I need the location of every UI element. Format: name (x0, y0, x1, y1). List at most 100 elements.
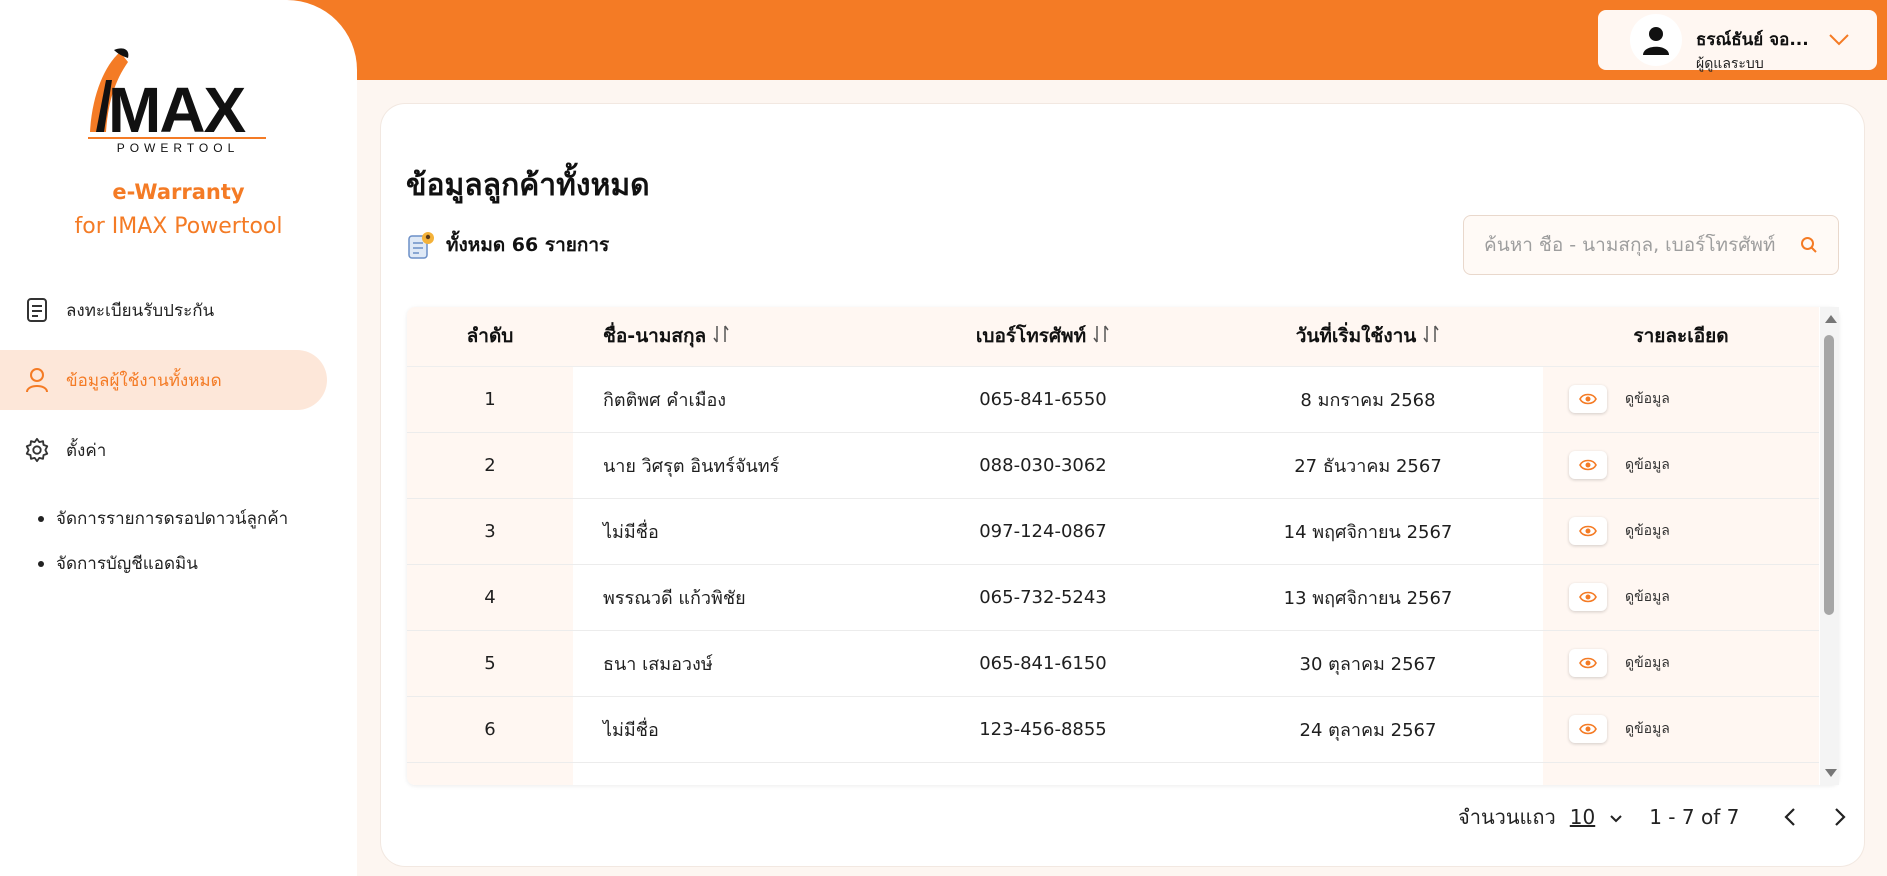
cell-detail: ดูข้อมูล (1543, 630, 1819, 697)
cell-name: นาย วิศรุต อินทร์จันทร์ (573, 432, 893, 499)
eye-icon (1579, 591, 1597, 603)
user-menu[interactable]: ธรณ์ธันย์ จอ... ผู้ดูแลระบบ (1598, 10, 1877, 72)
view-detail-label[interactable]: ดูข้อมูล (1625, 391, 1670, 407)
chevron-down-icon[interactable] (1828, 32, 1850, 51)
view-detail-button[interactable] (1569, 385, 1607, 413)
document-icon (24, 297, 50, 323)
cell-detail: ดูข้อมูล (1543, 366, 1819, 433)
page-title: ข้อมูลลูกค้าทั้งหมด (406, 168, 650, 203)
svg-text:POWERTOOL: POWERTOOL (117, 141, 240, 154)
view-detail-label[interactable]: ดูข้อมูล (1625, 589, 1670, 605)
view-detail-button[interactable] (1569, 715, 1607, 743)
pagination: จำนวนแถว 10 1 - 7 of 7 (1458, 800, 1875, 834)
cell-start-date: 8 มกราคม 2568 (1193, 366, 1543, 433)
cell-phone: 088-030-3062 (893, 432, 1193, 499)
user-role: ผู้ดูแลระบบ (1696, 56, 1764, 72)
cell-name: พรรณวดี แก้วพิชัย (573, 564, 893, 631)
view-detail-label[interactable]: ดูข้อมูล (1625, 655, 1670, 671)
cell-name: กิตติพศ คำเมือง (573, 366, 893, 433)
cell-start-date: 24 ตุลาคม 2567 (1193, 696, 1543, 763)
column-header-phone[interactable]: เบอร์โทรศัพท์ (893, 307, 1193, 367)
table-header-row: ลำดับ ชื่อ-นามสกุล เบอร์โทรศัพท์ วันที่เ… (407, 307, 1819, 367)
brand-subtitle: for IMAX Powertool (74, 214, 283, 239)
sidebar: MAX POWERTOOL e-Warranty for IMAX Powert… (0, 0, 357, 876)
cell-name: ธนา เสมอวงษ์ (573, 630, 893, 697)
table-row: 4 พรรณวดี แก้วพิชัย 065-732-5243 13 พฤศจิกา… (407, 564, 1819, 631)
column-header-detail: รายละเอียด (1543, 307, 1819, 367)
rows-per-page-label: จำนวนแถว (1458, 805, 1556, 829)
table-row: 2 นาย วิศรุต อินทร์จันทร์ 088-030-3062 27 ธ… (407, 432, 1819, 499)
view-detail-button[interactable] (1569, 649, 1607, 677)
cell-name: ไม่มีชื่อ (573, 498, 893, 565)
sidebar-item-all-users[interactable]: ข้อมูลผู้ใช้งานทั้งหมด (0, 350, 327, 410)
cell-name: ไม่มีชื่อ (573, 696, 893, 763)
sort-icon (712, 324, 730, 349)
column-header-start-date[interactable]: วันที่เริ่มใช้งาน (1193, 307, 1543, 367)
search-input[interactable] (1484, 234, 1784, 256)
column-header-name[interactable]: ชื่อ-นามสกุล (573, 307, 893, 367)
avatar (1630, 14, 1682, 66)
sidebar-item-register-warranty[interactable]: ลงทะเบียนรับประกัน (0, 280, 327, 340)
cell-detail: ดูข้อมูล (1543, 432, 1819, 499)
eye-icon (1579, 393, 1597, 405)
cell-phone: 097-124-0867 (893, 498, 1193, 565)
cell-detail: ดูข้อมูล (1543, 696, 1819, 763)
search-icon[interactable] (1800, 236, 1818, 258)
cell-index: 4 (407, 564, 573, 631)
sidebar-item-label: ลงทะเบียนรับประกัน (66, 300, 215, 321)
search-box (1463, 215, 1839, 275)
customer-table: ลำดับ ชื่อ-นามสกุล เบอร์โทรศัพท์ วันที่เ… (407, 307, 1839, 785)
cell-index: 6 (407, 696, 573, 763)
prev-page-button[interactable] (1775, 802, 1805, 832)
cell-phone: 065-732-5243 (893, 564, 1193, 631)
view-detail-label[interactable]: ดูข้อมูล (1625, 457, 1670, 473)
eye-icon (1579, 657, 1597, 669)
sort-icon (1092, 324, 1110, 349)
record-count: ทั้งหมด 66 รายการ (406, 230, 609, 260)
cell-detail: ดูข้อมูล (1543, 498, 1819, 565)
scroll-down-arrow[interactable] (1825, 769, 1837, 777)
view-detail-label[interactable]: ดูข้อมูล (1625, 523, 1670, 539)
chevron-down-icon[interactable] (1609, 805, 1623, 829)
table-row: 6 ไม่มีชื่อ 123-456-8855 24 ตุลาคม 2567 ดูข้… (407, 696, 1819, 763)
scroll-up-arrow[interactable] (1825, 315, 1837, 323)
cell-index: 1 (407, 366, 573, 433)
cell-phone: 065-841-6150 (893, 630, 1193, 697)
cell-phone: 123-456-8855 (893, 696, 1193, 763)
cell-index: 5 (407, 630, 573, 697)
cell-start-date: 14 พฤศจิกายน 2567 (1193, 498, 1543, 565)
gear-icon (24, 437, 50, 463)
logo-mark-icon: MAX POWERTOOL (88, 48, 266, 155)
next-page-button[interactable] (1825, 802, 1855, 832)
cell-detail: ดูข้อมูล (1543, 564, 1819, 631)
chevron-right-icon (1835, 808, 1846, 826)
view-detail-button[interactable] (1569, 451, 1607, 479)
table-row (407, 762, 1819, 785)
view-detail-label[interactable]: ดูข้อมูล (1625, 721, 1670, 737)
sub-item-manage-dropdowns[interactable]: จัดการรายการดรอปดาวน์ลูกค้า (38, 496, 288, 541)
brand-title: e-Warranty (112, 180, 245, 204)
svg-text:MAX: MAX (108, 74, 247, 146)
cell-phone: 065-841-6550 (893, 366, 1193, 433)
sort-icon (1422, 324, 1440, 349)
eye-icon (1579, 459, 1597, 471)
cell-start-date: 30 ตุลาคม 2567 (1193, 630, 1543, 697)
sidebar-item-label: ข้อมูลผู้ใช้งานทั้งหมด (66, 370, 222, 391)
user-icon (24, 367, 50, 393)
view-detail-button[interactable] (1569, 583, 1607, 611)
eye-icon (1579, 723, 1597, 735)
table-scrollbar[interactable] (1820, 307, 1839, 785)
person-icon (1643, 27, 1669, 55)
eye-icon (1579, 525, 1597, 537)
customer-list-icon (406, 230, 436, 260)
column-header-index: ลำดับ (407, 307, 573, 367)
user-name: ธรณ์ธันย์ จอ... (1696, 30, 1809, 50)
scroll-thumb[interactable] (1824, 335, 1834, 615)
table-row: 3 ไม่มีชื่อ 097-124-0867 14 พฤศจิกายน 2567 ด… (407, 498, 1819, 565)
table-row: 5 ธนา เสมอวงษ์ 065-841-6150 30 ตุลาคม 2567 ด… (407, 630, 1819, 697)
sidebar-item-settings[interactable]: ตั้งค่า (0, 420, 327, 480)
view-detail-button[interactable] (1569, 517, 1607, 545)
rows-per-page-select[interactable]: 10 (1570, 805, 1595, 829)
sub-item-manage-admins[interactable]: จัดการบัญชีแอดมิน (38, 541, 288, 586)
cell-index: 3 (407, 498, 573, 565)
